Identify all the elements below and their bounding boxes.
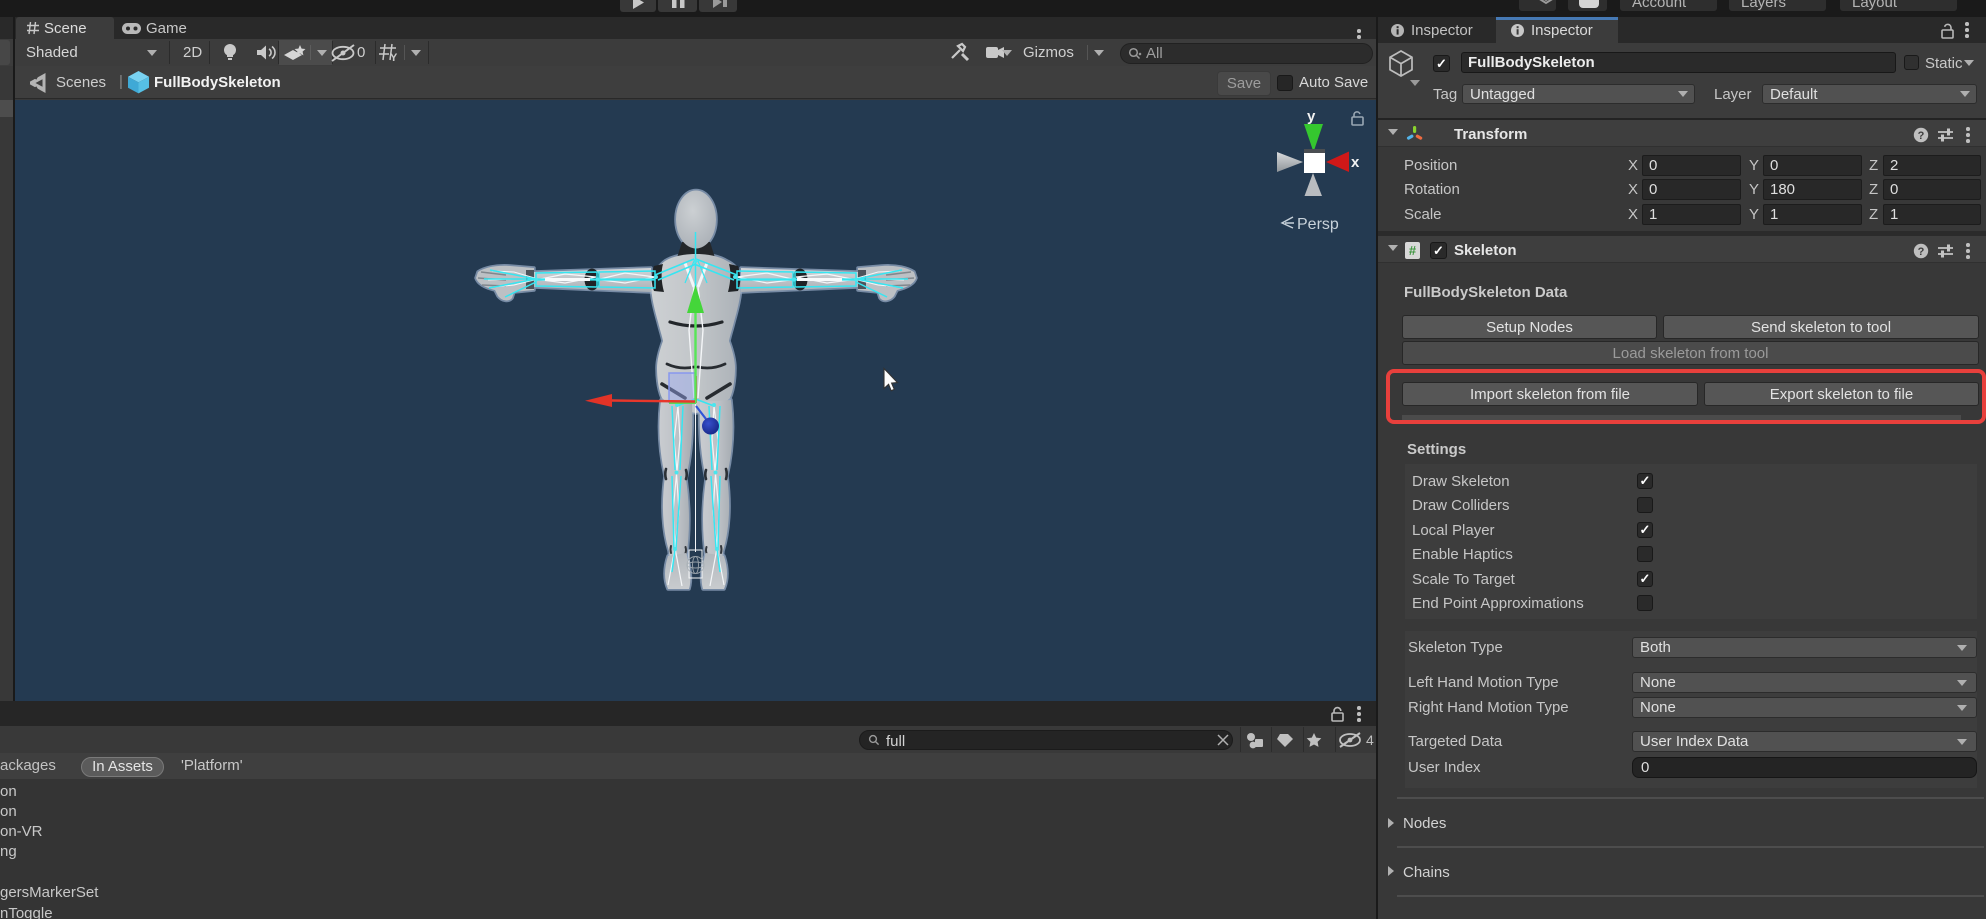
svg-text:y: y bbox=[1307, 108, 1316, 125]
svg-text:x: x bbox=[1351, 154, 1360, 171]
svg-text:4: 4 bbox=[1366, 732, 1374, 748]
svg-text:?: ? bbox=[1918, 130, 1925, 142]
svg-text:?: ? bbox=[1918, 246, 1925, 258]
svg-text:#: # bbox=[1409, 243, 1417, 258]
svg-text:Persp: Persp bbox=[1297, 216, 1339, 233]
svg-text:Y: Y bbox=[390, 52, 398, 64]
